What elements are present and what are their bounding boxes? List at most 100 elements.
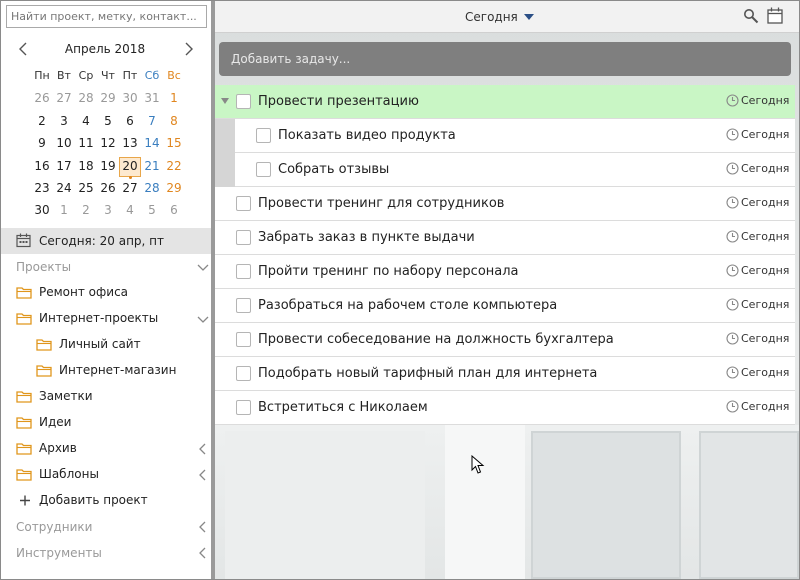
task-row[interactable]: Провести тренинг для сотрудников Сегодня [215,187,795,221]
today-button[interactable]: Сегодня: 20 апр, пт [1,228,211,254]
calendar-day[interactable]: 23 [31,179,53,201]
task-row[interactable]: Провести собеседование на должность бухг… [215,323,795,357]
chevron-left-icon[interactable] [197,547,209,559]
calendar-day-selected[interactable]: 20 [119,156,141,179]
project-zametki[interactable]: Заметки [16,389,93,403]
calendar-day[interactable]: 4 [119,201,141,223]
task-checkbox[interactable] [256,162,271,177]
calendar-day[interactable]: 28 [75,89,97,111]
chevron-left-icon[interactable] [197,521,209,533]
calendar-day[interactable]: 30 [119,89,141,111]
calendar-day[interactable]: 25 [75,179,97,201]
calendar-day[interactable]: 1 [53,201,75,223]
calendar-day[interactable]: 14 [141,134,163,156]
project-label: Шаблоны [39,467,99,481]
projects-section-header[interactable]: Проекты [16,260,71,274]
task-title: Пройти тренинг по набору персонала [258,264,519,279]
search-input[interactable]: Найти проект, метку, контакт... [6,5,207,28]
subtask-row[interactable]: Показать видео продукта Сегодня [215,119,795,153]
project-arkhiv[interactable]: Архив [16,441,77,455]
calendar-day[interactable]: 26 [31,89,53,111]
project-lichnyi-sait[interactable]: Личный сайт [36,337,141,351]
calendar-day[interactable]: 3 [97,201,119,223]
task-checkbox[interactable] [236,94,251,109]
calendar-day[interactable]: 27 [53,89,75,111]
subtask-indent [215,153,235,187]
calendar-day[interactable]: 7 [141,112,163,134]
calendar-day[interactable]: 16 [31,157,53,179]
calendar-day[interactable]: 29 [163,179,185,201]
task-checkbox[interactable] [236,196,251,211]
calendar-day[interactable]: 6 [163,201,185,223]
calendar-day[interactable]: 9 [31,134,53,156]
folder-icon [16,416,32,429]
calendar-day[interactable]: 31 [141,89,163,111]
calendar-day[interactable]: 11 [75,134,97,156]
chevron-down-icon[interactable] [197,313,209,325]
chevron-down-icon[interactable] [197,261,209,273]
view-selector[interactable]: Сегодня [465,10,534,24]
calendar-day[interactable]: 2 [31,112,53,134]
calendar-day[interactable]: 28 [141,179,163,201]
calendar-day[interactable]: 30 [31,201,53,223]
calendar-day[interactable]: 3 [53,112,75,134]
task-row[interactable]: Пройти тренинг по набору персонала Сегод… [215,255,795,289]
task-checkbox[interactable] [256,128,271,143]
clock-icon [726,400,739,413]
chevron-left-icon[interactable] [17,41,31,57]
calendar-day[interactable]: 18 [75,157,97,179]
task-row[interactable]: Встретиться с Николаем Сегодня [215,391,795,425]
calendar-day[interactable]: 29 [97,89,119,111]
calendar-day[interactable]: 24 [53,179,75,201]
calendar-day[interactable]: 17 [53,157,75,179]
calendar-day[interactable]: 13 [119,134,141,156]
calendar-day[interactable]: 15 [163,134,185,156]
task-checkbox[interactable] [236,332,251,347]
calendar-day[interactable]: 10 [53,134,75,156]
project-remont-ofisa[interactable]: Ремонт офиса [16,285,128,299]
calendar-day[interactable]: 5 [141,201,163,223]
subtask-row[interactable]: Собрать отзывы Сегодня [215,153,795,187]
project-internet-proekty[interactable]: Интернет-проекты [16,311,158,325]
folder-icon [16,390,32,403]
calendar-day[interactable]: 27 [119,179,141,201]
calendar-day[interactable]: 8 [163,112,185,134]
chevron-left-icon[interactable] [197,443,209,455]
calendar-day[interactable]: 5 [97,112,119,134]
chevron-left-icon[interactable] [197,469,209,481]
task-row[interactable]: Провести презентацию Сегодня [215,85,795,119]
collapse-arrow-icon[interactable] [221,98,229,104]
task-row[interactable]: Разобраться на рабочем столе компьютера … [215,289,795,323]
staff-section-header[interactable]: Сотрудники [16,520,92,534]
calendar-day[interactable]: 26 [97,179,119,201]
add-task-input[interactable]: Добавить задачу... [219,42,791,76]
task-checkbox[interactable] [236,230,251,245]
project-idei[interactable]: Идеи [16,415,71,429]
calendar-day[interactable]: 19 [97,157,119,179]
calendar-day[interactable]: 12 [97,134,119,156]
task-row[interactable]: Забрать заказ в пункте выдачи Сегодня [215,221,795,255]
task-checkbox[interactable] [236,298,251,313]
task-checkbox[interactable] [236,400,251,415]
task-row[interactable]: Подобрать новый тарифный план для интерн… [215,357,795,391]
calendar-day[interactable]: 6 [119,112,141,134]
clock-icon [726,366,739,379]
background-window [699,431,799,579]
task-checkbox[interactable] [236,264,251,279]
view-label: Сегодня [465,10,518,24]
task-title: Подобрать новый тарифный план для интерн… [258,366,598,381]
tools-section-header[interactable]: Инструменты [16,546,102,560]
search-icon[interactable] [743,8,759,24]
calendar-day[interactable]: 4 [75,112,97,134]
calendar-day[interactable]: 21 [141,157,163,179]
calendar-icon[interactable] [767,7,783,24]
calendar-day[interactable]: 22 [163,157,185,179]
chevron-right-icon[interactable] [181,41,195,57]
project-internet-magazin[interactable]: Интернет-магазин [36,363,176,377]
calendar-day[interactable]: 2 [75,201,97,223]
project-shablony[interactable]: Шаблоны [16,467,99,481]
task-checkbox[interactable] [236,366,251,381]
calendar-day[interactable]: 1 [163,89,185,111]
add-project-button[interactable]: Добавить проект [16,493,148,507]
weekday-label: Вс [167,69,181,82]
